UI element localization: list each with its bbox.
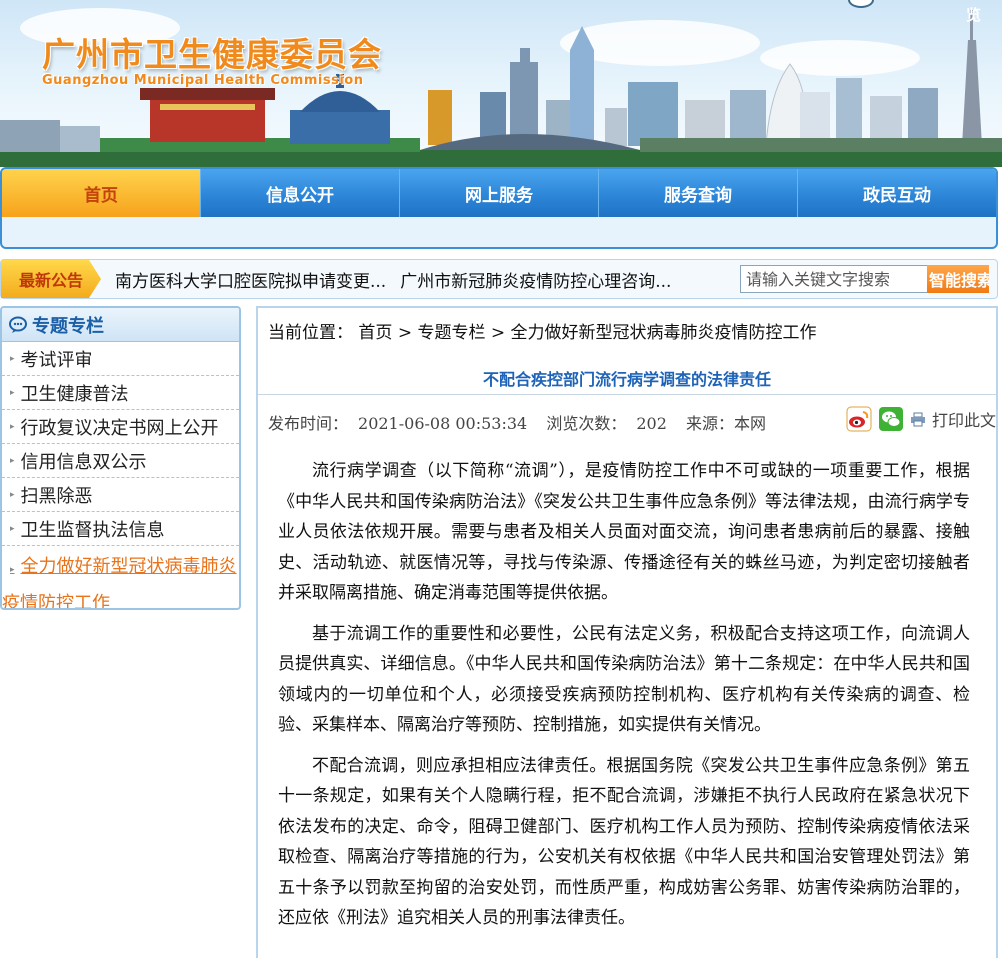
notice-list: 南方医科大学口腔医院拟申请变更... 广州市新冠肺炎疫情防控心理咨询... [115, 260, 671, 298]
arrow-right-icon: ▸ [10, 387, 15, 398]
nav-online-service[interactable]: 网上服务 [400, 169, 599, 217]
main-nav: 首页 信息公开 网上服务 服务查询 政民互动 [0, 167, 998, 249]
sidebar-item-exam-review[interactable]: ▸ 考试评审 [2, 342, 239, 376]
site-title: 广州市卫生健康委员会 [42, 35, 382, 74]
sidebar-title: 专题专栏 [32, 315, 104, 337]
arrow-right-icon: ▸ [10, 565, 15, 575]
breadcrumb-topics[interactable]: 专题专栏 [417, 323, 485, 343]
breadcrumb: 当前位置： 首页 > 专题专栏 > 全力做好新型冠状病毒肺炎疫情防控工作 [268, 318, 817, 343]
breadcrumb-separator: > [397, 323, 413, 343]
publish-label: 发布时间： [268, 414, 349, 433]
arrow-right-icon: ▸ [10, 523, 15, 534]
main-nav-bar: 首页 信息公开 网上服务 服务查询 政民互动 [2, 169, 996, 217]
wechat-icon[interactable] [878, 406, 904, 432]
divider [258, 394, 996, 395]
article-title: 不配合疾控部门流行病学调查的法律责任 [482, 370, 771, 389]
site-subtitle: Guangzhou Municipal Health Commission [42, 73, 364, 88]
source-label: 来源： [685, 414, 734, 433]
print-button[interactable]: 打印此文 [932, 407, 996, 431]
breadcrumb-current[interactable]: 全力做好新型冠状病毒肺炎疫情防控工作 [511, 323, 817, 343]
article-paragraph: 基于流调工作的重要性和必要性，公民有法定义务，积极配合支持这项工作，向流调人员提… [278, 623, 970, 736]
nav-service-query[interactable]: 服务查询 [599, 169, 798, 217]
notice-label: 最新公告 [1, 260, 101, 298]
sidebar-item-supervision[interactable]: ▸ 卫生监督执法信息 [2, 512, 239, 546]
notice-item[interactable]: 南方医科大学口腔医院拟申请变更... [115, 267, 386, 292]
content-panel: 当前位置： 首页 > 专题专栏 > 全力做好新型冠状病毒肺炎疫情防控工作 不配合… [256, 306, 998, 958]
sidebar-item-covid-prevention[interactable]: ▸ 全力做好新型冠状病毒肺炎疫情防控工作 [2, 546, 239, 608]
printer-icon[interactable] [910, 411, 926, 427]
article-body: 流行病学调查（以下简称“流调”），是疫情防控工作中不可或缺的一项重要工作，根据《… [278, 456, 970, 944]
header-corner-text: 览 [966, 6, 982, 24]
breadcrumb-separator: > [490, 323, 506, 343]
view-count: 202 [636, 414, 667, 433]
article-meta: 发布时间： 2021-06-08 00:53:34 浏览次数： 202 来源：本网 [268, 410, 766, 434]
publish-time: 2021-06-08 00:53:34 [358, 414, 528, 433]
sidebar-item-admin-review[interactable]: ▸ 行政复议决定书网上公开 [2, 410, 239, 444]
article-paragraph: 不配合流调，则应承担相应法律责任。根据国务院《突发公共卫生事件应急条例》第五十一… [278, 755, 970, 929]
sidebar: 专题专栏 ▸ 考试评审 ▸ 卫生健康普法 ▸ 行政复议决定书网上公开 ▸ 信用信息双公示… [0, 306, 241, 610]
arrow-right-icon: ▸ [10, 455, 15, 466]
notice-item[interactable]: 广州市新冠肺炎疫情防控心理咨询... [400, 267, 671, 292]
sidebar-item-health-law[interactable]: ▸ 卫生健康普法 [2, 376, 239, 410]
source-value: 本网 [733, 414, 766, 433]
breadcrumb-prefix: 当前位置： [268, 323, 353, 343]
breadcrumb-home[interactable]: 首页 [358, 323, 392, 343]
nav-home[interactable]: 首页 [2, 169, 201, 217]
arrow-right-icon: ▸ [10, 421, 15, 432]
arrow-right-icon: ▸ [10, 489, 15, 500]
sidebar-header: 专题专栏 [2, 308, 239, 342]
notice-bar: 最新公告 南方医科大学口腔医院拟申请变更... 广州市新冠肺炎疫情防控心理咨询.… [0, 259, 998, 299]
sidebar-item-credit-info[interactable]: ▸ 信用信息双公示 [2, 444, 239, 478]
sidebar-item-anti-crime[interactable]: ▸ 扫黑除恶 [2, 478, 239, 512]
nav-info-disclosure[interactable]: 信息公开 [201, 169, 400, 217]
arrow-right-icon: ▸ [10, 353, 15, 364]
weibo-icon[interactable] [846, 406, 872, 432]
views-label: 浏览次数： [546, 414, 627, 433]
header-banner: 览 广州市卫生健康委员会 Guangzhou Municipal Health … [0, 0, 1002, 167]
chat-bubble-icon [9, 316, 27, 333]
article-paragraph: 流行病学调查（以下简称“流调”），是疫情防控工作中不可或缺的一项重要工作，根据《… [278, 461, 970, 603]
search-button[interactable]: 智能搜索 [927, 265, 989, 293]
nav-interaction[interactable]: 政民互动 [798, 169, 996, 217]
share-tools: 打印此文 [846, 406, 996, 432]
search-input[interactable] [740, 265, 928, 293]
